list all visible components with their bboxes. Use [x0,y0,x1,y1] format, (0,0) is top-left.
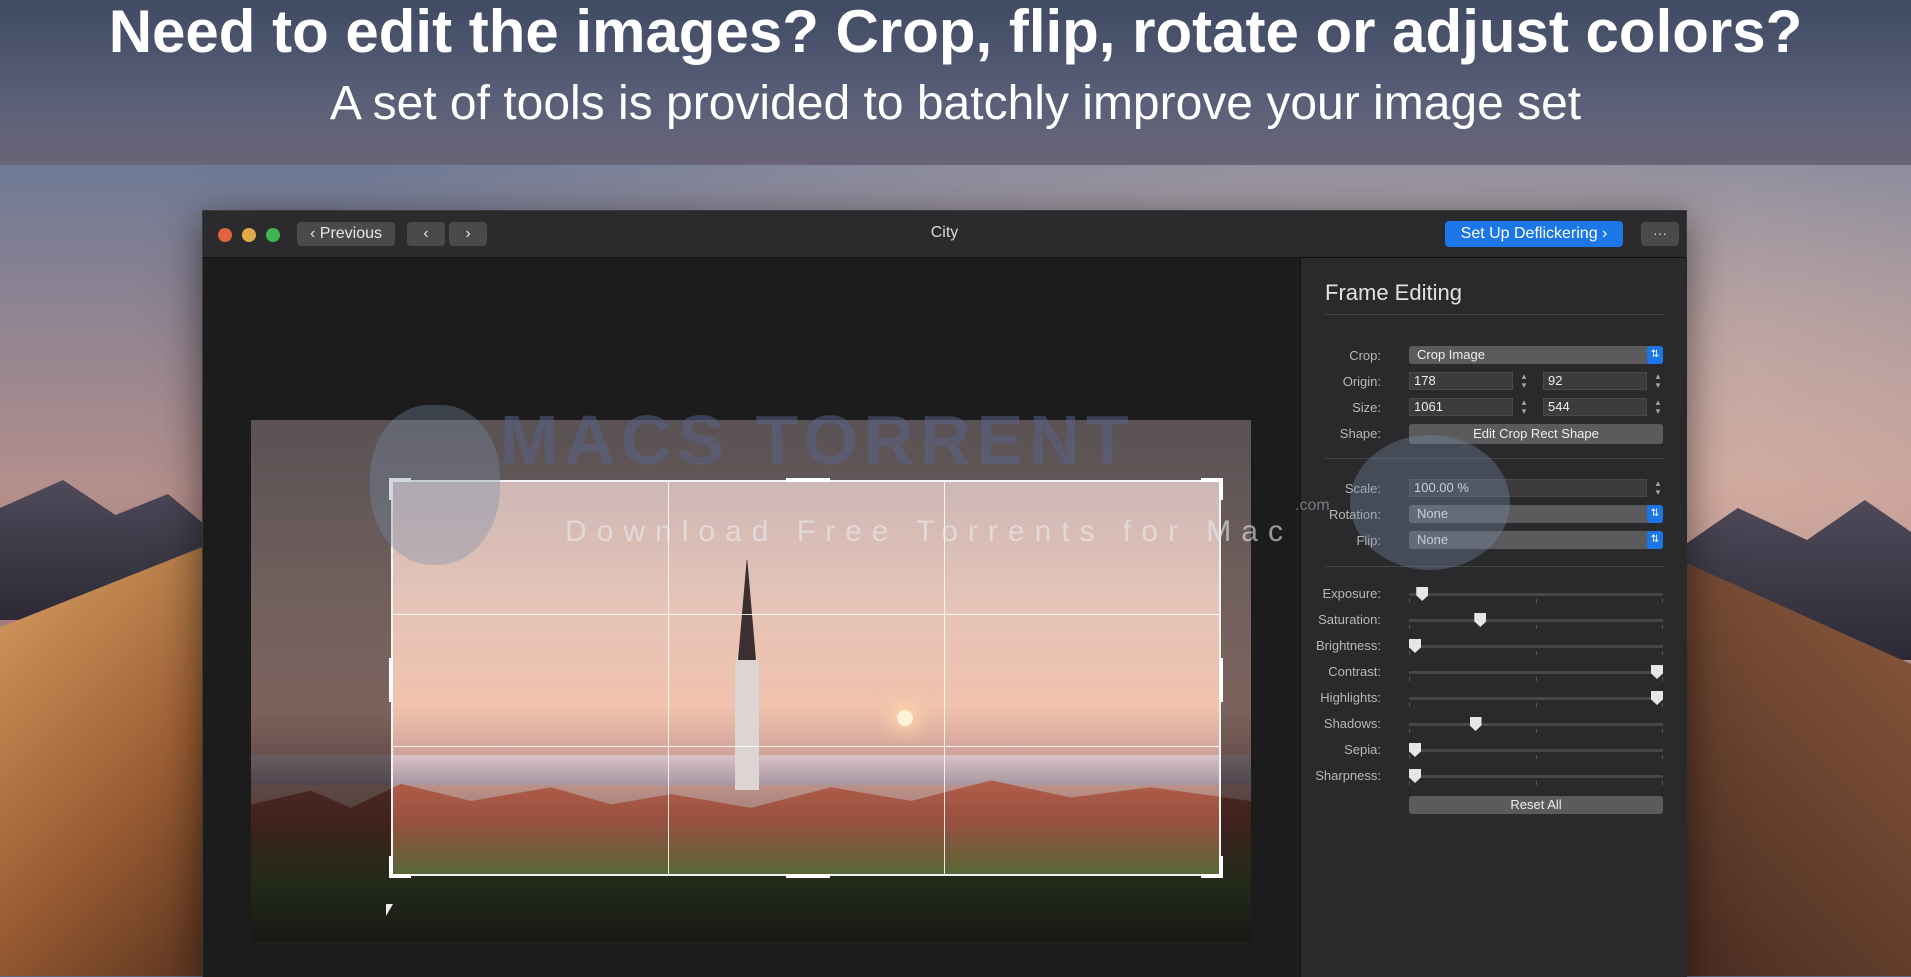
slider-label: Brightness: [1315,638,1381,653]
crop-handle-bottom-right[interactable] [1219,856,1223,878]
crop-handle-left[interactable] [389,658,393,702]
slider-tick [1662,781,1663,785]
set-up-deflickering-button[interactable]: Set Up Deflickering › [1445,221,1623,247]
slider-tick [1662,677,1663,681]
slider-knob[interactable] [1409,639,1421,653]
watermark-subtitle: Download Free Torrents for Mac [565,515,1293,548]
crop-handle-bottom-left[interactable] [389,856,393,878]
reset-all-button[interactable]: Reset All [1409,796,1663,814]
slider-tick [1662,599,1663,603]
slider-track[interactable] [1409,775,1663,778]
crop-label: Crop: [1349,348,1381,363]
slider-tick [1409,729,1410,733]
slider-tick [1662,651,1663,655]
watermark-apple-logo [370,405,500,565]
slider-tick [1662,755,1663,759]
slider-label: Shadows: [1323,716,1381,731]
slider-tick [1409,755,1410,759]
mouse-cursor-icon [386,904,393,916]
slider-knob[interactable] [1409,769,1421,783]
updown-arrows-icon: ⇅ [1647,531,1663,549]
crop-select-value: Crop Image [1417,347,1485,362]
watermark-title: MACS TORRENT [500,401,1135,479]
shape-label: Shape: [1339,426,1381,441]
slider-tick [1409,781,1410,785]
ellipsis-icon: ··· [1653,225,1667,241]
slider-knob[interactable] [1469,717,1482,731]
crop-handle-top-right[interactable] [1219,478,1223,500]
size-width-stepper[interactable]: ▴ ▾ [1519,398,1529,416]
watermark-apple-logo-right [1350,435,1510,570]
title-bar: ‹ Previous ‹ › City Set Up Deflickering … [203,211,1686,258]
origin-y-stepper[interactable]: ▴ ▾ [1653,372,1663,390]
slider-tick [1409,703,1410,707]
slider-tick [1535,781,1537,785]
slider-tick [1662,625,1663,629]
origin-y-field[interactable]: 92 [1543,372,1647,390]
slider-tick [1535,599,1537,603]
crop-handle-bottom[interactable] [786,874,830,878]
slider-label: Exposure: [1322,586,1381,601]
slider-track[interactable] [1409,749,1663,752]
scale-stepper[interactable]: ▴ ▾ [1653,479,1663,497]
slider-track[interactable] [1409,671,1663,674]
size-label: Size: [1352,400,1381,415]
origin-label: Origin: [1342,374,1381,389]
panel-title: Frame Editing [1325,280,1462,305]
slider-tick [1662,729,1663,733]
slider-label: Sharpness: [1315,768,1381,783]
slider-knob[interactable] [1416,587,1429,601]
slider-tick [1535,651,1537,655]
divider [1325,314,1663,315]
app-window: ‹ Previous ‹ › City Set Up Deflickering … [202,210,1687,977]
watermark-domain: .com [1295,497,1330,514]
more-options-button[interactable]: ··· [1641,222,1679,246]
slider-label: Highlights: [1320,690,1381,705]
slider-tick [1662,703,1663,707]
slider-tick [1535,729,1537,733]
slider-label: Contrast: [1328,664,1381,679]
slider-tick [1535,677,1537,681]
slider-track[interactable] [1409,723,1663,726]
slider-knob[interactable] [1474,613,1487,627]
slider-tick [1535,703,1537,707]
updown-arrows-icon: ⇅ [1647,505,1663,523]
slider-knob[interactable] [1409,743,1421,757]
slider-tick [1409,651,1410,655]
promo-subline: A set of tools is provided to batchly im… [329,77,1582,130]
crop-select[interactable]: Crop Image ⇅ [1409,346,1663,364]
origin-x-stepper[interactable]: ▴ ▾ [1519,372,1529,390]
slider-tick [1409,625,1410,629]
slider-track[interactable] [1409,593,1663,596]
updown-arrows-icon: ⇅ [1647,346,1663,364]
slider-track[interactable] [1409,697,1663,700]
size-height-stepper[interactable]: ▴ ▾ [1653,398,1663,416]
slider-label: Sepia: [1344,742,1381,757]
slider-tick [1535,755,1537,759]
slider-tick [1409,599,1410,603]
promo-headline: Need to edit the images? Crop, flip, rot… [108,0,1803,65]
crop-handle-right[interactable] [1219,658,1223,702]
crop-grid-line [393,614,1219,615]
origin-x-field[interactable]: 178 [1409,372,1513,390]
image-canvas[interactable] [203,258,1299,977]
size-width-field[interactable]: 1061 [1409,398,1513,416]
divider [1325,566,1663,567]
frame-editing-panel: Frame Editing Crop: Crop Image ⇅ Origin: … [1300,258,1687,977]
slider-label: Saturation: [1318,612,1381,627]
slider-tick [1535,625,1537,629]
size-height-field[interactable]: 544 [1543,398,1647,416]
slider-tick [1409,677,1410,681]
crop-grid-line [393,746,1219,747]
slider-track[interactable] [1409,645,1663,648]
slider-track[interactable] [1409,619,1663,622]
